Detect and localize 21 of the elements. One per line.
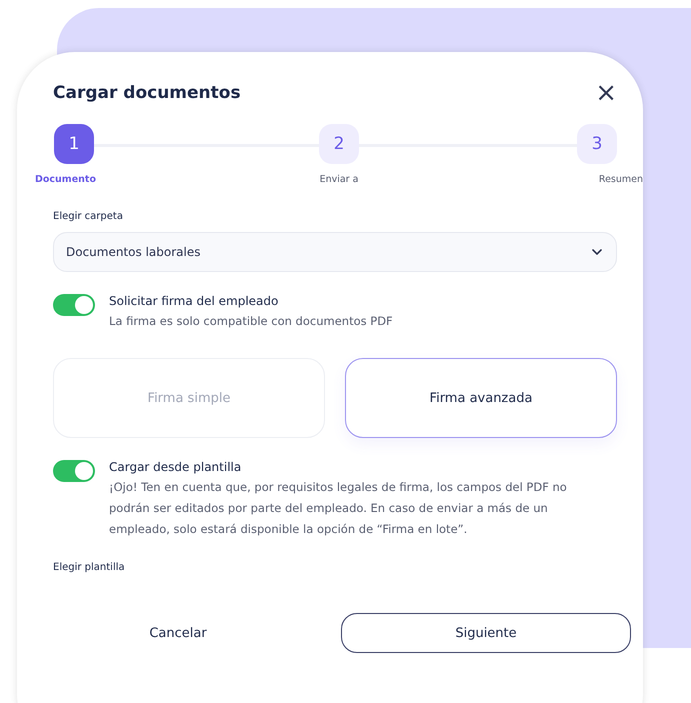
toggle-switch[interactable]	[53, 294, 95, 316]
field-label: Elegir carpeta	[53, 211, 124, 222]
toggle-label: Solicitar firma del empleado	[109, 294, 280, 308]
step-label: Resumen	[598, 174, 643, 185]
toggle-label: Cargar desde plantilla	[109, 460, 242, 474]
step-number[interactable]: 3	[577, 124, 617, 164]
close-button[interactable]: ×	[595, 80, 617, 106]
dialog-title: Cargar documentos	[53, 83, 241, 103]
next-button[interactable]: Siguiente	[341, 613, 631, 653]
folder-dropdown[interactable]: Documentos laborales	[53, 232, 617, 272]
toggle-switch[interactable]	[53, 460, 95, 482]
step-number[interactable]: 2	[319, 124, 359, 164]
toggle-hint: La firma es solo compatible con documentos PDF	[109, 313, 393, 330]
step-label: Enviar a	[320, 174, 358, 185]
field-label: Elegir plantilla	[53, 562, 126, 573]
dropdown-value: Documentos laborales	[66, 245, 200, 259]
cancel-button[interactable]: Cancelar	[53, 613, 303, 653]
signature-option[interactable]: Firma avanzada	[345, 358, 617, 438]
step-number[interactable]: 1	[54, 124, 94, 164]
step-label: Documento	[35, 174, 96, 185]
toggle-hint: ¡Ojo! Ten en cuenta que, por requisitos legales de firma, los campos del PDF no podrán ser editados por parte del empleado. En caso de enviar a más de un empleado, solo estará disponible la opción de “Firma en lote”.	[109, 479, 568, 538]
